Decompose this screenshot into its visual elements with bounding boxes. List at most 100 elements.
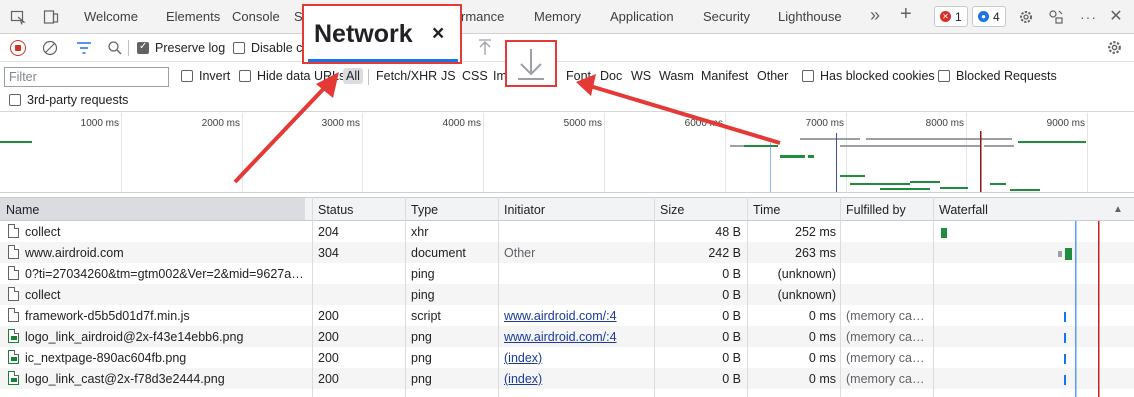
filter-funnel-icon[interactable] [76,41,92,55]
cell-size: 0 B [722,288,741,302]
type-filter-wasm[interactable]: Wasm [659,69,694,83]
import-har-icon[interactable] [478,39,492,57]
has-blocked-cookies-checkbox[interactable] [802,70,814,82]
more-options-icon[interactable]: ··· [1080,9,1096,25]
table-row[interactable]: collect 204 xhr 48 B 252 ms [0,221,1134,242]
add-tab-icon[interactable]: + [900,3,912,26]
image-file-icon [8,350,19,364]
cell-size: 0 B [722,309,741,323]
type-filter-manifest[interactable]: Manifest [701,69,748,83]
table-row[interactable]: 0?ti=27034260&tm=gtm002&Ver=2&mid=9627a0… [0,263,1134,284]
type-filter-fetch-xhr[interactable]: Fetch/XHR [376,69,437,83]
cell-initiator: Other [504,246,536,260]
tab-memory[interactable]: Memory [534,9,581,24]
cell-time: 263 ms [795,246,836,260]
info-count-badge[interactable]: ● 4 [972,6,1006,27]
cell-initiator[interactable]: www.airdroid.com/:4 [504,309,644,323]
cell-type: xhr [411,225,429,239]
table-row[interactable]: ic_nextpage-890ac604fb.png 200 png (index) 0… [0,347,1134,368]
header-initiator[interactable]: Initiator [504,203,545,217]
cell-name[interactable]: ic_nextpage-890ac604fb.png [25,351,308,365]
disable-cache-checkbox[interactable] [233,42,245,54]
invert-checkbox[interactable] [181,70,193,82]
cell-initiator[interactable]: (index) [504,351,644,365]
image-file-icon [8,329,19,343]
header-type[interactable]: Type [411,203,438,217]
device-toolbar-icon[interactable] [43,9,59,25]
table-row[interactable]: logo_link_cast@2x-f78d3e2444.png 200 png (i… [0,368,1134,389]
cell-type: png [411,372,432,386]
cell-type: document [411,246,466,260]
column-divider [840,197,841,397]
close-tab-icon[interactable]: × [432,22,444,46]
sort-ascending-icon[interactable]: ▲ [1113,204,1123,215]
cell-fulfilled-by: (memory cach... [846,309,930,323]
cell-time: (unknown) [777,267,836,281]
active-tab-indicator [308,59,458,62]
header-waterfall[interactable]: Waterfall [939,203,988,217]
cell-size: 242 B [708,246,741,260]
cell-name[interactable]: logo_link_airdroid@2x-f43e14ebb6.png [25,330,308,344]
record-icon[interactable] [10,40,26,56]
type-filter-all[interactable]: All [343,68,363,84]
filter-input[interactable] [4,67,169,87]
cell-size: 48 B [715,225,741,239]
type-filter-ws[interactable]: WS [631,69,651,83]
cell-name[interactable]: collect [25,225,308,239]
cell-name[interactable]: collect [25,288,308,302]
table-row[interactable]: www.airdroid.com 304 document Other 242 B 263… [0,242,1134,263]
hide-data-urls-checkbox[interactable] [239,70,251,82]
type-filter-doc[interactable]: Doc [600,69,622,83]
network-overview[interactable]: 1000 ms 2000 ms 3000 ms 4000 ms 5000 ms … [0,113,1134,193]
table-row[interactable]: collect ping 0 B (unknown) [0,284,1134,305]
type-filter-css[interactable]: CSS [462,69,488,83]
tab-application[interactable]: Application [610,9,674,24]
column-divider [498,197,499,397]
cell-name[interactable]: logo_link_cast@2x-f78d3e2444.png [25,372,308,386]
blocked-requests-checkbox[interactable] [938,70,950,82]
cell-name[interactable]: 0?ti=27034260&tm=gtm002&Ver=2&mid=9627a0… [25,267,308,281]
column-divider [747,197,748,397]
error-count-badge[interactable]: ✕ 1 [934,6,968,27]
customize-icon[interactable] [1048,9,1064,25]
header-time[interactable]: Time [753,203,780,217]
header-size[interactable]: Size [660,203,684,217]
clear-icon[interactable] [42,40,58,56]
header-name[interactable]: Name [6,203,39,217]
message-icon: ● [978,11,989,22]
inspect-element-icon[interactable] [10,9,26,25]
cell-initiator[interactable]: www.airdroid.com/:4 [504,330,644,344]
type-filter-js[interactable]: JS [441,69,456,83]
cell-name[interactable]: www.airdroid.com [25,246,308,260]
network-settings-icon[interactable] [1106,39,1123,56]
more-tabs-icon[interactable]: » [870,5,880,26]
close-devtools-icon[interactable]: ✕ [1108,9,1124,25]
tab-console[interactable]: Console [232,9,280,24]
cell-initiator[interactable]: (index) [504,372,644,386]
table-header: Name Status Type Initiator Size Time Ful… [0,197,1134,221]
settings-gear-icon[interactable] [1018,9,1034,25]
search-icon[interactable] [107,40,123,56]
cell-name[interactable]: framework-d5b5d01d7f.min.js [25,309,308,323]
document-file-icon [8,308,19,322]
blocked-requests-label: Blocked Requests [956,69,1057,83]
header-status[interactable]: Status [318,203,353,217]
image-file-icon [8,371,19,385]
header-fulfilled-by[interactable]: Fulfilled by [846,203,906,217]
tab-lighthouse[interactable]: Lighthouse [778,9,842,24]
tab-welcome[interactable]: Welcome [84,9,138,24]
network-tab-title[interactable]: Network [314,20,413,49]
preserve-log-checkbox[interactable] [137,41,149,54]
tab-security[interactable]: Security [703,9,750,24]
third-party-checkbox[interactable] [9,94,21,106]
error-count: 1 [955,10,962,24]
tab-performance[interactable]: rmance [461,9,504,24]
export-har-icon[interactable] [507,42,555,85]
type-filter-other[interactable]: Other [757,69,788,83]
type-filter-font[interactable]: Font [566,69,591,83]
devtools-tab-bar: Welcome Elements Console S rmance Memory… [0,0,1134,34]
tab-elements[interactable]: Elements [166,9,220,24]
table-row[interactable]: logo_link_airdroid@2x-f43e14ebb6.png 200 p… [0,326,1134,347]
table-row[interactable]: framework-d5b5d01d7f.min.js 200 script www.… [0,305,1134,326]
column-divider [933,197,934,397]
